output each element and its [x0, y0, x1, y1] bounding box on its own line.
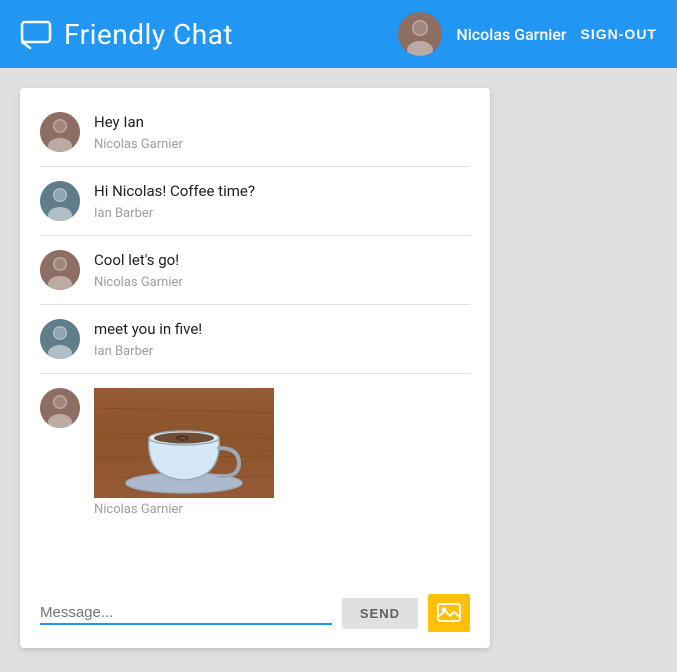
input-area: SEND [20, 580, 490, 648]
user-name: Nicolas Garnier [456, 25, 566, 44]
message-sender: Ian Barber [94, 206, 470, 221]
message-content: meet you in five! Ian Barber [94, 319, 470, 359]
sign-out-button[interactable]: SIGN-OUT [581, 26, 657, 42]
message-item: Cool let's go! Nicolas Garnier [40, 236, 470, 305]
message-avatar [40, 388, 80, 428]
header-left: Friendly Chat [20, 18, 233, 51]
send-button[interactable]: SEND [342, 598, 418, 629]
image-upload-button[interactable] [428, 594, 470, 632]
app-title: Friendly Chat [64, 18, 233, 51]
input-row: SEND [40, 594, 470, 632]
message-content: Hi Nicolas! Coffee time? Ian Barber [94, 181, 470, 221]
chat-card: Hey Ian Nicolas Garnier Hi Nicolas! Coff… [20, 88, 490, 648]
message-input[interactable] [40, 602, 332, 625]
message-text: meet you in five! [94, 319, 470, 340]
message-avatar [40, 319, 80, 359]
message-sender: Ian Barber [94, 344, 470, 359]
message-avatar [40, 250, 80, 290]
message-content: Cool let's go! Nicolas Garnier [94, 250, 470, 290]
messages-list: Hey Ian Nicolas Garnier Hi Nicolas! Coff… [20, 88, 490, 580]
image-icon [437, 603, 461, 623]
message-sender: Nicolas Garnier [94, 502, 470, 517]
app-header: Friendly Chat Nicolas Garnier SIGN-OUT [0, 0, 677, 68]
message-avatar [40, 181, 80, 221]
main-content: Hey Ian Nicolas Garnier Hi Nicolas! Coff… [0, 68, 677, 672]
message-item: Hi Nicolas! Coffee time? Ian Barber [40, 167, 470, 236]
message-text: Hi Nicolas! Coffee time? [94, 181, 470, 202]
coffee-image [94, 388, 274, 498]
header-right: Nicolas Garnier SIGN-OUT [398, 12, 657, 56]
message-avatar [40, 112, 80, 152]
message-input-wrapper [40, 602, 332, 625]
chat-icon [20, 18, 52, 50]
message-sender: Nicolas Garnier [94, 137, 470, 152]
message-item: meet you in five! Ian Barber [40, 305, 470, 374]
message-content: Hey Ian Nicolas Garnier [94, 112, 470, 152]
message-content: Nicolas Garnier [94, 388, 470, 517]
message-item: Nicolas Garnier [40, 374, 470, 531]
user-avatar [398, 12, 442, 56]
message-text: Hey Ian [94, 112, 470, 133]
message-text: Cool let's go! [94, 250, 470, 271]
message-item: Hey Ian Nicolas Garnier [40, 98, 470, 167]
message-sender: Nicolas Garnier [94, 275, 470, 290]
